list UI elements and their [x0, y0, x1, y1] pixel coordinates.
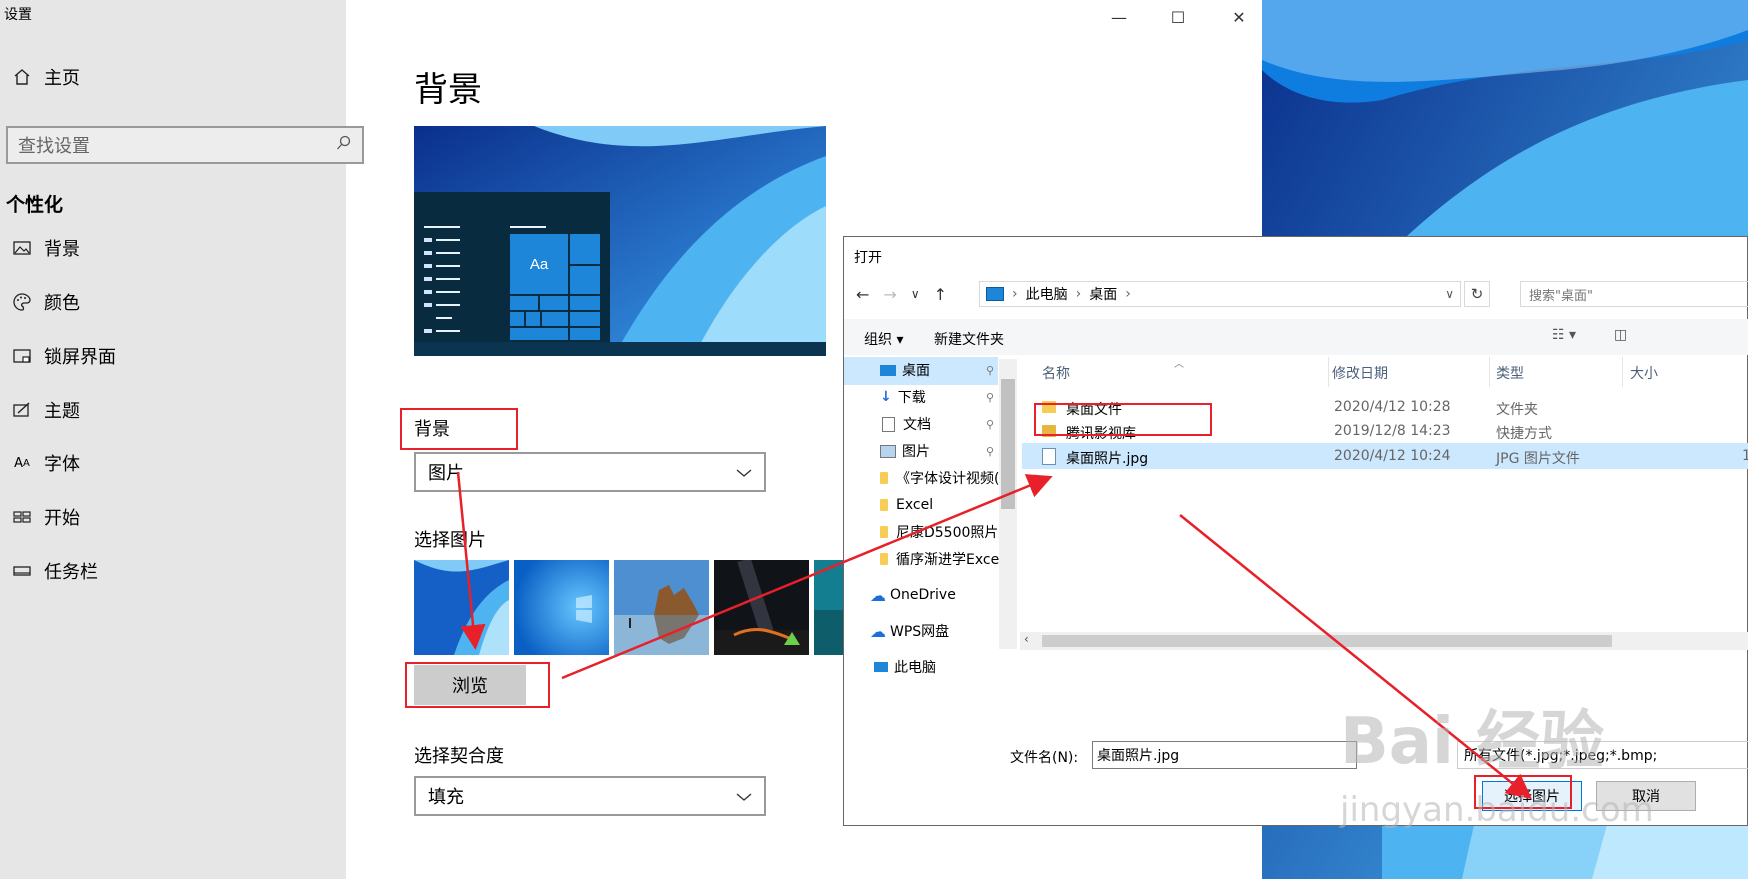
watermark-logo: Bai 经验: [1340, 705, 1605, 779]
watermark-url: jingyan.baidu.com: [1340, 790, 1654, 830]
annotation-arrow: [561, 474, 1053, 680]
annotation-arrow: [456, 471, 486, 650]
